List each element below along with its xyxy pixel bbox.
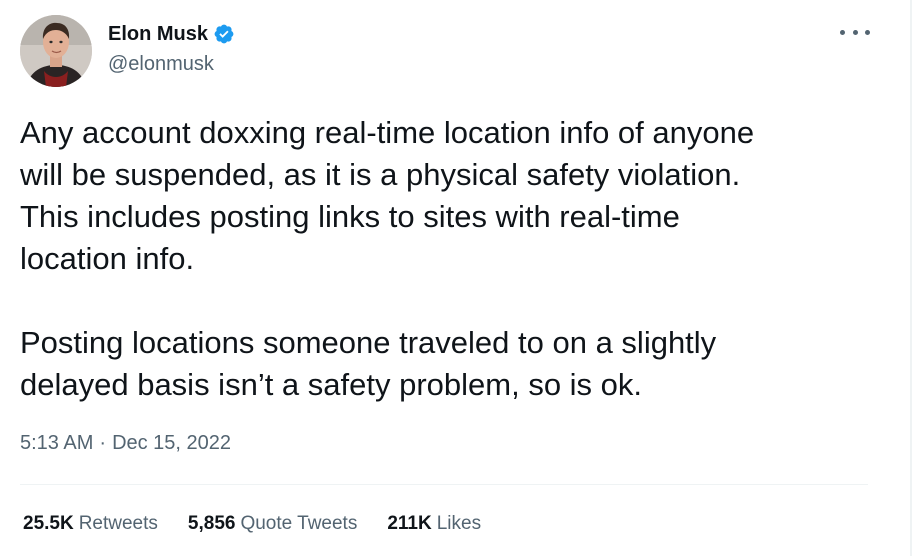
retweets-stat[interactable]: 25.5K Retweets [23, 510, 158, 538]
tweet-card: Elon Musk @elonmusk Any account doxxing … [0, 0, 912, 556]
engagement-stats: 25.5K Retweets 5,856 Quote Tweets 211K L… [23, 510, 511, 538]
quote-tweets-stat[interactable]: 5,856 Quote Tweets [188, 510, 357, 538]
tweet-timestamp[interactable]: 5:13 AM · Dec 15, 2022 [20, 429, 231, 457]
more-options-button[interactable] [840, 22, 870, 42]
author-handle[interactable]: @elonmusk [108, 51, 214, 77]
tweet-text-paragraph-2: Posting locations someone traveled to on… [20, 325, 717, 402]
tweet-text-paragraph-1: Any account doxxing real-time location i… [20, 115, 755, 276]
retweets-count: 25.5K [23, 513, 74, 534]
more-horizontal-icon-dot [865, 29, 870, 35]
more-horizontal-icon-dot [852, 29, 858, 35]
tweet-time: 5:13 AM [20, 432, 94, 454]
likes-label: Likes [436, 513, 482, 534]
author-name-row: Elon Musk [108, 20, 235, 48]
quote-tweets-count: 5,856 [187, 513, 236, 534]
author-name[interactable]: Elon Musk [108, 20, 208, 48]
timestamp-separator: · [99, 432, 107, 454]
tweet-date: Dec 15, 2022 [112, 432, 232, 454]
retweets-label: Retweets [78, 513, 158, 534]
more-horizontal-icon-dot [840, 29, 845, 35]
likes-stat[interactable]: 211K Likes [387, 510, 481, 538]
avatar[interactable] [20, 15, 92, 87]
quote-tweets-label: Quote Tweets [240, 513, 358, 534]
avatar-image [20, 15, 92, 87]
divider [20, 484, 868, 485]
verified-badge-icon [213, 23, 235, 45]
likes-count: 211K [387, 513, 432, 534]
